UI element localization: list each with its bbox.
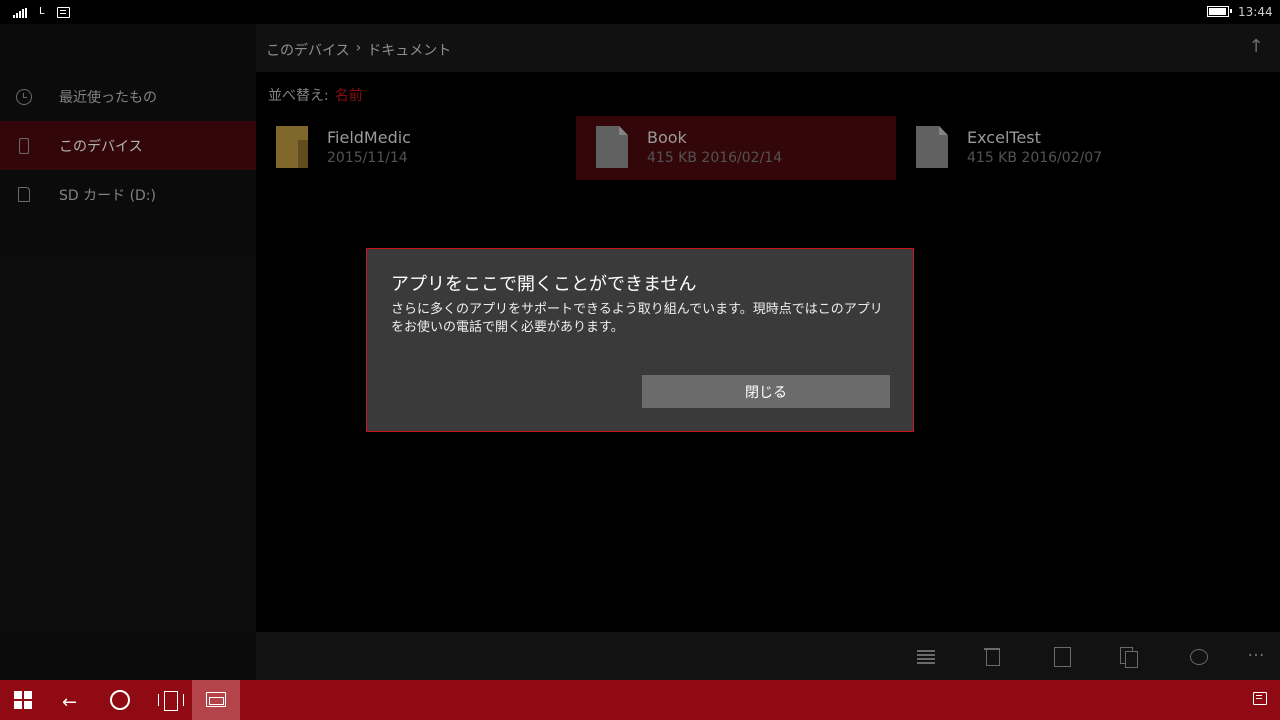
cortana-icon xyxy=(110,690,130,710)
start-button[interactable] xyxy=(0,680,48,720)
task-view-icon xyxy=(158,691,184,711)
dialog-title: アプリをここで開くことができません xyxy=(391,274,697,295)
battery-icon xyxy=(1207,6,1232,17)
windows-logo-icon xyxy=(14,691,32,709)
message-icon xyxy=(57,7,70,18)
signal-icon xyxy=(13,8,27,18)
cortana-button[interactable] xyxy=(96,680,144,720)
clock-time: 13:44 xyxy=(1238,5,1273,19)
file-explorer-taskbar-button[interactable] xyxy=(192,680,240,720)
dialog-message: さらに多くのアプリをサポートできるよう取り組んでいます。現時点ではこのアプリをお… xyxy=(391,302,883,335)
task-view-button[interactable] xyxy=(144,680,192,720)
close-button[interactable]: 閉じる xyxy=(642,375,890,408)
status-bar: L 13:44 xyxy=(0,0,1280,24)
error-dialog: アプリをここで開くことができません さらに多くのアプリをサポートできるよう取り組… xyxy=(366,248,914,432)
action-center-icon[interactable] xyxy=(1253,692,1267,705)
taskbar: ← xyxy=(0,680,1280,720)
back-arrow-icon: ← xyxy=(62,692,78,713)
back-button[interactable]: ← xyxy=(48,680,96,720)
file-explorer-icon xyxy=(206,692,226,707)
network-type-label: L xyxy=(39,6,45,17)
